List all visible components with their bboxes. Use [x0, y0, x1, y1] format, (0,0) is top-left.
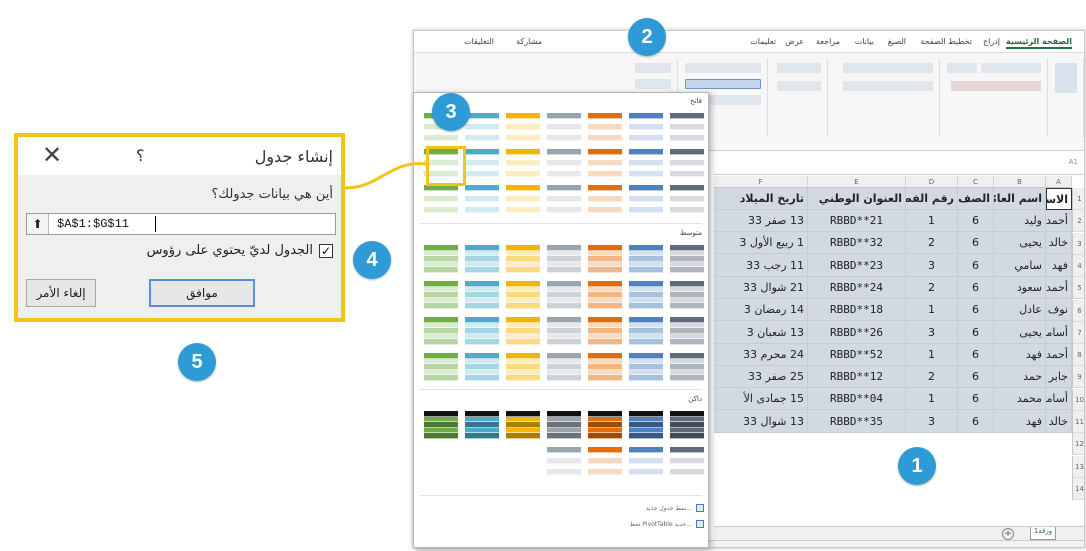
cancel-button[interactable]: إلغاء الأمر	[26, 279, 96, 307]
has-headers-label[interactable]: الجدول لديّ يحتوي على رؤوس	[147, 243, 313, 258]
ok-button[interactable]: موافق	[149, 279, 255, 307]
range-input[interactable]: ⬆ $A$1:$G$11	[26, 213, 336, 235]
collapse-dialog-icon[interactable]: ⬆	[27, 214, 49, 234]
help-icon[interactable]: ؟	[136, 146, 145, 165]
create-table-dialog: إنشاء جدول ؟ ✕ أين هي بيانات جدولك؟ ⬆ $A…	[14, 133, 345, 322]
step-4-badge: 4	[353, 241, 391, 279]
step-2-badge: 2	[628, 18, 666, 56]
text-caret	[155, 216, 156, 232]
range-question: أين هي بيانات جدولك؟	[211, 187, 334, 202]
step-1-badge: 1	[898, 447, 936, 485]
dialog-body: أين هي بيانات جدولك؟ ⬆ $A$1:$G$11 ✓ الجد…	[18, 175, 341, 318]
range-value: $A$1:$G$11	[57, 217, 130, 231]
step-3-badge: 3	[432, 93, 470, 131]
dialog-title: إنشاء جدول	[254, 147, 333, 166]
close-icon[interactable]: ✕	[42, 141, 62, 169]
has-headers-checkbox[interactable]: ✓	[319, 244, 333, 258]
step-5-badge: 5	[178, 343, 216, 381]
